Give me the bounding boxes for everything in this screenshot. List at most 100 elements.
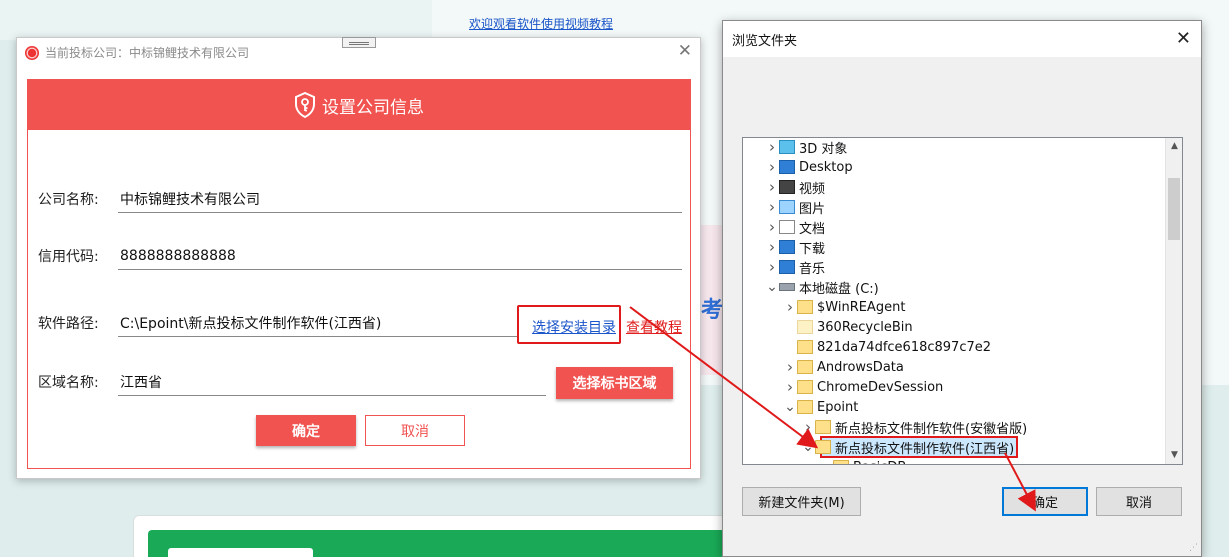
company-info-dialog: 当前投标公司：中标锦鲤技术有限公司 ✕ 设置公司信息 公司名称: 中标锦鲤技术有… [16,37,701,479]
tree-item[interactable]: › 音乐 [765,257,825,277]
select-install-dir-link[interactable]: 选择安装目录 [532,317,616,337]
tree-item[interactable]: ⌄ 新点投标文件制作软件(江西省) [801,437,1014,457]
browse-cancel-button[interactable]: 取消 [1096,487,1182,516]
scroll-thumb[interactable] [1168,178,1180,240]
tree-item[interactable]: BasicDB [819,457,906,464]
tree-item[interactable]: › $WinREAgent [783,297,905,317]
view-tutorial-link[interactable]: 查看教程 [626,317,682,337]
software-path-field[interactable]: C:\Epoint\新点投标文件制作软件(江西省) [118,309,518,337]
tree-item-label: Epoint [817,399,859,415]
video-icon [779,180,795,194]
folder-icon [797,320,813,334]
tree-item[interactable]: › 3D 对象 [765,138,848,157]
region-field[interactable]: 江西省 [118,368,546,396]
download-icon [779,240,795,254]
shield-key-icon [295,92,315,118]
tree-item-label: 视频 [799,181,826,197]
credit-code-label: 信用代码: [38,249,99,265]
company-name-row: 公司名称: 中标锦鲤技术有限公司 [38,185,682,213]
tree-item-label: 下载 [799,241,826,257]
background-partial-text: 考 [701,298,724,323]
tree-item-label: $WinREAgent [817,299,906,315]
tree-item-label: 360RecycleBin [817,319,913,335]
chevron-right-icon[interactable]: › [765,258,779,276]
drive-icon [779,283,795,291]
folder-icon [797,360,813,374]
close-icon[interactable]: ✕ [678,41,692,61]
dialog-titlebar: 当前投标公司：中标锦鲤技术有限公司 [25,44,249,61]
folder-icon [797,380,813,394]
video-tutorial-link[interactable]: 欢迎观看软件使用视频教程 [469,15,613,32]
browse-titlebar: 浏览文件夹 ✕ [723,21,1201,57]
software-path-row: 软件路径: C:\Epoint\新点投标文件制作软件(江西省) [38,309,518,337]
chevron-down-icon[interactable]: ⌄ [783,399,797,415]
tree-item[interactable]: ⌄ Epoint [783,397,858,417]
tree-item[interactable]: 821da74dfce618c897c7e2 [783,337,991,357]
tree-item[interactable]: › 文档 [765,217,825,237]
scroll-up-icon[interactable]: ▲ [1166,138,1182,155]
folder-icon [815,440,831,454]
desktop-icon [779,160,795,174]
chevron-right-icon[interactable]: › [783,298,797,316]
music-icon [779,260,795,274]
chevron-right-icon[interactable]: › [765,198,779,216]
credit-code-field[interactable]: 8888888888888 [118,242,682,270]
chevron-right-icon[interactable]: › [765,178,779,196]
region-label: 区域名称: [38,375,99,391]
browse-title: 浏览文件夹 [732,33,798,49]
tree-item[interactable]: › 视频 [765,177,825,197]
tree-item-label: 音乐 [799,261,826,277]
tree-item-label: 3D 对象 [799,141,848,157]
folder-icon [797,300,813,314]
chevron-right-icon[interactable]: › [765,218,779,236]
scroll-down-icon[interactable]: ▼ [1166,447,1182,464]
dialog-title: 当前投标公司：中标锦鲤技术有限公司 [45,46,250,60]
region-row: 区域名称: 江西省 [38,368,546,396]
chevron-down-icon[interactable]: ⌄ [801,439,815,455]
software-path-label: 软件路径: [38,316,99,332]
tree-item-label: 821da74dfce618c897c7e2 [817,339,992,355]
tree-item[interactable]: › 新点投标文件制作软件(安徽省版) [801,417,1027,437]
tree-item[interactable]: › 图片 [765,197,825,217]
tree-item-label: 图片 [799,201,826,217]
tree-item[interactable]: › AndrowsData [783,357,904,377]
close-icon[interactable]: ✕ [1176,28,1191,49]
company-name-field[interactable]: 中标锦鲤技术有限公司 [118,185,682,213]
3d-objects-icon [779,140,795,154]
new-folder-button[interactable]: 新建文件夹(M) [742,487,861,516]
tree-item[interactable]: 360RecycleBin [783,317,913,337]
chevron-right-icon[interactable]: › [765,138,779,156]
resize-grip-icon[interactable]: ⋰ [1189,543,1198,553]
tree-item[interactable]: › ChromeDevSession [783,377,943,397]
chevron-right-icon[interactable]: › [801,418,815,436]
form-header-title: 设置公司信息 [322,97,424,118]
tree-item[interactable]: › 下载 [765,237,825,257]
chevron-right-icon[interactable]: › [783,378,797,396]
select-region-button[interactable]: 选择标书区域 [556,367,673,399]
chevron-down-icon[interactable]: ⌄ [765,279,779,295]
tree-item-label: 文档 [799,221,826,237]
chevron-right-icon[interactable]: › [765,158,779,176]
folder-icon [833,460,849,464]
chevron-right-icon[interactable]: › [765,238,779,256]
tree-item-label: 新点投标文件制作软件(安徽省版) [835,421,1028,437]
ok-button[interactable]: 确定 [256,415,356,446]
tree-item-label: AndrowsData [817,359,904,375]
chevron-right-icon[interactable]: › [783,358,797,376]
credit-code-row: 信用代码: 8888888888888 [38,242,682,270]
cancel-button[interactable]: 取消 [365,415,465,446]
company-name-label: 公司名称: [38,192,99,208]
document-icon [779,220,795,234]
tree-item[interactable]: ⌄ 本地磁盘 (C:) [765,277,879,297]
folder-icon [797,400,813,414]
folder-icon [797,340,813,354]
browse-folder-dialog: 浏览文件夹 ✕ › 3D 对象 › Desktop › 视频 › 图片 › 文档 › 下载 › 音乐 ⌄ 本地… [722,20,1202,557]
tree-item-label: 新点投标文件制作软件(江西省) [835,441,1015,457]
vertical-scrollbar[interactable]: ▲ ▼ [1165,138,1182,464]
tree-item-label: ChromeDevSession [817,379,944,395]
folder-tree[interactable]: › 3D 对象 › Desktop › 视频 › 图片 › 文档 › 下载 › 音乐 ⌄ 本地磁盘 (C:) ›… [742,137,1183,465]
tree-item-label: 本地磁盘 (C:) [799,281,879,297]
browse-ok-button[interactable]: 确定 [1002,487,1088,516]
drag-handle[interactable] [342,37,376,48]
tree-item[interactable]: › Desktop [765,157,853,177]
